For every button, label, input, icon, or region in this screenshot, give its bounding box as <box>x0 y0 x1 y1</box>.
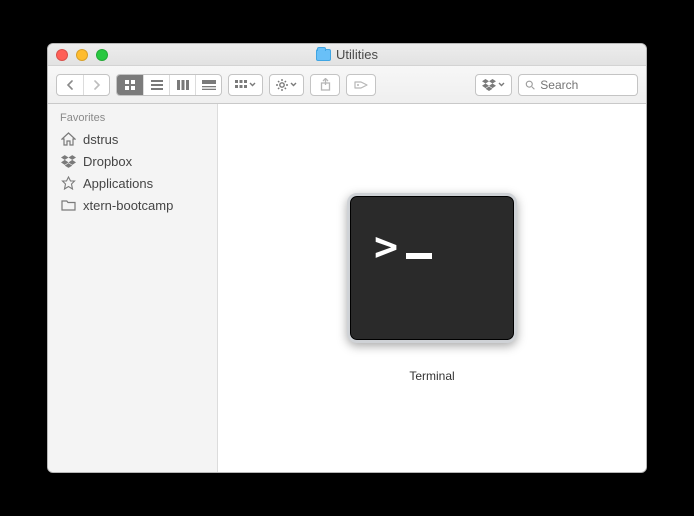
chevron-down-icon <box>290 82 297 87</box>
arrange-button[interactable] <box>228 74 263 96</box>
home-icon <box>60 131 76 147</box>
finder-window: Utilities <box>47 43 647 473</box>
terminal-prompt-glyph: > <box>374 224 432 270</box>
share-button[interactable] <box>310 74 340 96</box>
chevron-down-icon <box>249 82 256 87</box>
terminal-app-icon[interactable]: > <box>347 193 517 343</box>
window-body: Favorites dstrus Dropbox Applications <box>48 104 646 472</box>
window-title-text: Utilities <box>336 47 378 62</box>
list-icon <box>151 80 163 90</box>
folder-icon <box>316 49 331 61</box>
icon-view-button[interactable] <box>117 75 143 95</box>
applications-icon <box>60 175 76 191</box>
sidebar: Favorites dstrus Dropbox Applications <box>48 104 218 472</box>
sidebar-item-applications[interactable]: Applications <box>48 172 217 194</box>
content-area[interactable]: > Terminal <box>218 104 646 472</box>
titlebar: Utilities <box>48 44 646 66</box>
dropbox-toolbar-button[interactable] <box>475 74 512 96</box>
dropbox-icon <box>482 79 496 91</box>
search-input[interactable] <box>540 78 631 92</box>
traffic-lights <box>56 49 108 61</box>
action-button[interactable] <box>269 74 304 96</box>
sidebar-heading: Favorites <box>48 110 217 128</box>
sidebar-item-label: Applications <box>83 176 153 191</box>
columns-icon <box>177 80 189 90</box>
column-view-button[interactable] <box>169 75 195 95</box>
arrange-icon <box>235 80 247 90</box>
chevron-down-icon <box>498 82 505 87</box>
close-window-button[interactable] <box>56 49 68 61</box>
search-field[interactable] <box>518 74 638 96</box>
terminal-app-label: Terminal <box>409 369 454 383</box>
nav-buttons <box>56 74 110 96</box>
sidebar-item-label: xtern-bootcamp <box>83 198 173 213</box>
list-view-button[interactable] <box>143 75 169 95</box>
chevron-right-icon <box>92 80 101 90</box>
sidebar-item-xtern-bootcamp[interactable]: xtern-bootcamp <box>48 194 217 216</box>
sidebar-item-label: dstrus <box>83 132 118 147</box>
sidebar-item-dropbox[interactable]: Dropbox <box>48 150 217 172</box>
dropbox-icon <box>60 153 76 169</box>
back-button[interactable] <box>57 75 83 95</box>
forward-button[interactable] <box>83 75 109 95</box>
view-mode-buttons <box>116 74 222 96</box>
gear-icon <box>276 79 288 91</box>
coverflow-icon <box>202 80 216 90</box>
grid-icon <box>124 79 136 91</box>
sidebar-item-home[interactable]: dstrus <box>48 128 217 150</box>
coverflow-view-button[interactable] <box>195 75 221 95</box>
share-icon <box>320 78 331 91</box>
zoom-window-button[interactable] <box>96 49 108 61</box>
search-icon <box>525 79 535 91</box>
window-title: Utilities <box>316 47 378 62</box>
chevron-left-icon <box>66 80 75 90</box>
folder-icon <box>60 197 76 213</box>
toolbar <box>48 66 646 104</box>
tag-icon <box>354 79 369 91</box>
sidebar-item-label: Dropbox <box>83 154 132 169</box>
minimize-window-button[interactable] <box>76 49 88 61</box>
edit-tags-button[interactable] <box>346 74 376 96</box>
